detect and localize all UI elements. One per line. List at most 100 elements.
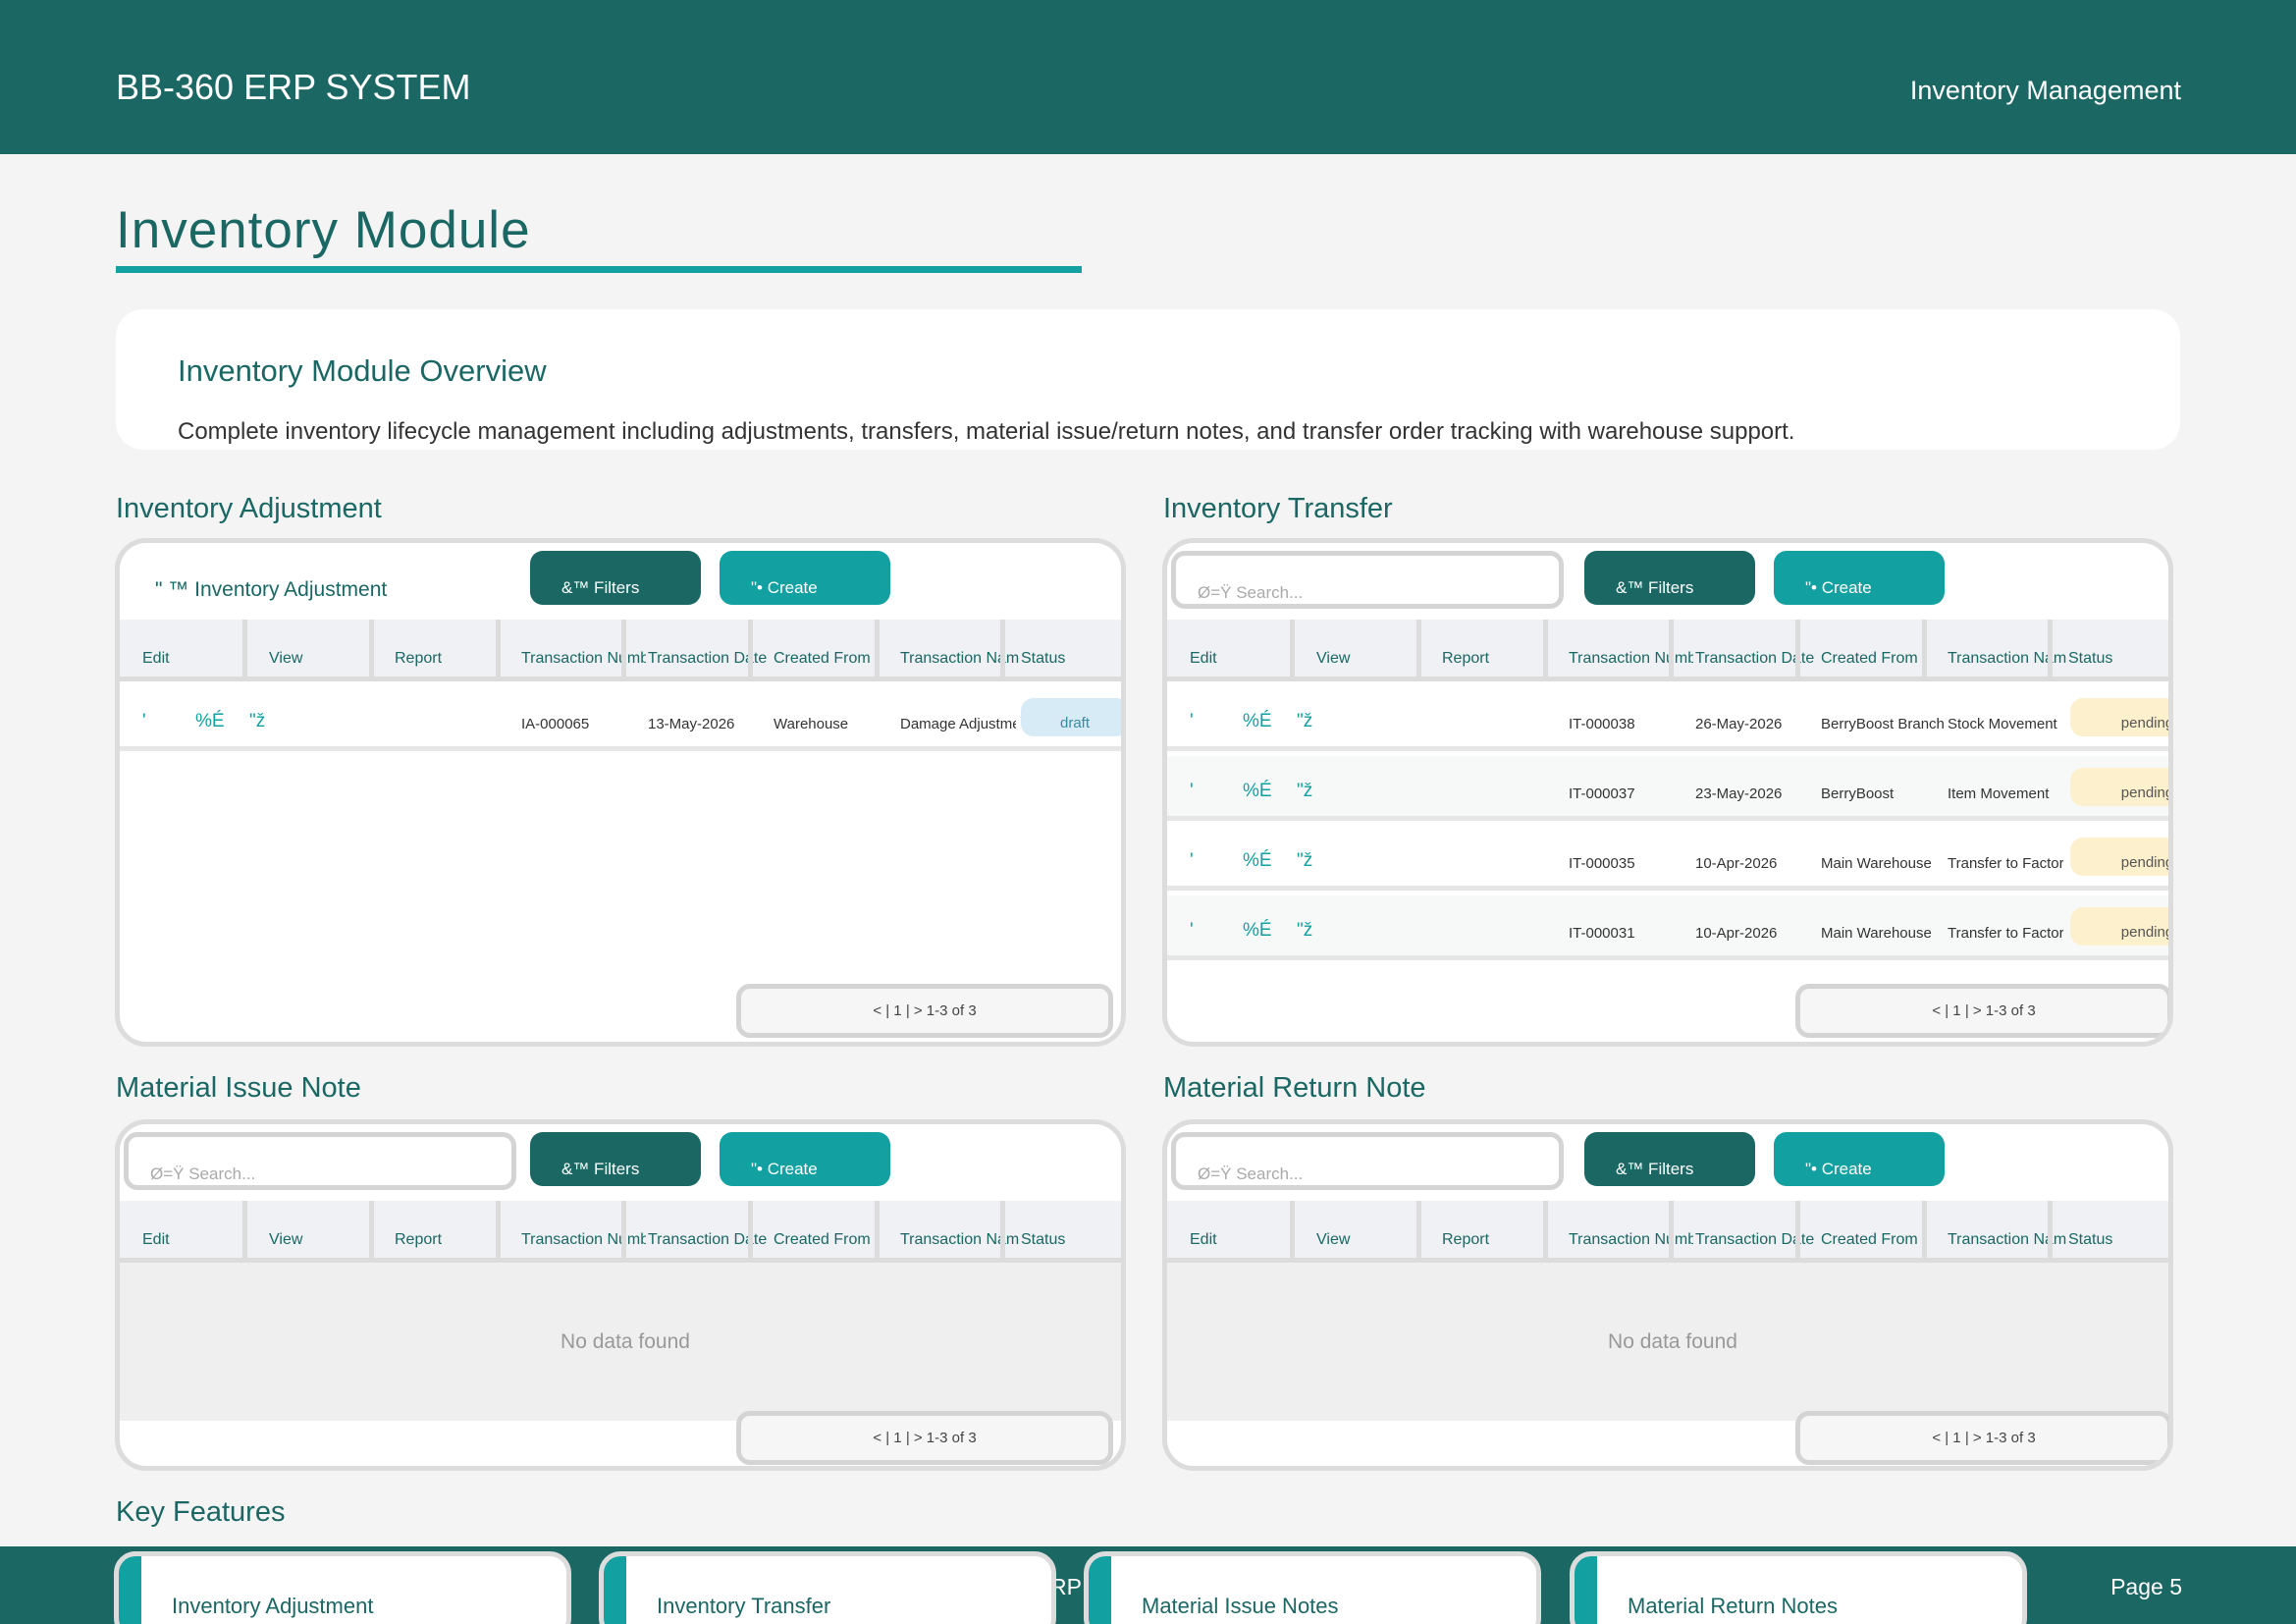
key-features-title: Key Features [116,1496,286,1528]
column-divider [369,620,374,681]
column-header[interactable]: View [1316,650,1440,668]
cell-from: BerryBoost [1821,785,1895,802]
column-header[interactable]: Transaction Number [1569,1231,1693,1249]
create-button[interactable]: "• Create [720,551,890,605]
view-icon[interactable]: %É [195,711,225,732]
column-header[interactable]: View [269,1231,393,1249]
table-row[interactable]: ' %É "ž IT-000038 26-May-2026 BerryBoost Bran… [1167,686,2168,751]
search-input[interactable]: Ø=Ÿ Search... [1171,551,1564,609]
edit-icon[interactable]: ' [1190,711,1194,732]
cell-number: IT-000035 [1569,855,1635,872]
table-row[interactable]: ' %É "ž IT-000035 10-Apr-2026 Main Warehouse T… [1167,826,2168,891]
report-icon[interactable]: "ž [1297,781,1312,802]
filters-button[interactable]: &™ Filters [1584,551,1755,605]
column-divider [748,1201,753,1263]
column-header[interactable]: Edit [1190,650,1314,668]
column-divider [1000,620,1005,681]
column-divider [1416,1201,1421,1263]
pagination[interactable]: < | 1 | > 1-3 of 3 [1795,1411,2168,1465]
cell-from: Main Warehouse [1821,855,1932,872]
cell-from: Warehouse [774,716,849,732]
card-accent [604,1556,626,1624]
column-header[interactable]: Transaction Date [1695,650,1819,668]
column-divider [496,1201,501,1263]
page-number: Page 5 [2110,1574,2182,1599]
status-badge: draft [1021,698,1121,736]
view-icon[interactable]: %É [1243,781,1272,802]
column-header[interactable]: Status [2068,650,2168,668]
search-input[interactable]: Ø=Ÿ Search... [124,1132,516,1190]
title-underline [116,266,1082,273]
create-button[interactable]: "• Create [720,1132,890,1186]
table-header: EditViewReportTransaction NumberTransact… [120,620,1121,681]
column-header[interactable]: Transaction Number [1569,650,1693,668]
report-icon[interactable]: "ž [1297,920,1312,942]
cell-from: BerryBoost Branch 02 [1821,716,1947,732]
section-title-return: Material Return Note [1163,1072,1426,1104]
column-divider [748,620,753,681]
page-title: Inventory Module [116,201,531,259]
inventory-adjustment-panel: " ™ Inventory Adjustment &™ Filters "• C… [115,538,1126,1047]
column-header[interactable]: Edit [142,650,267,668]
column-divider [1416,620,1421,681]
overview-title: Inventory Module Overview [178,353,547,388]
view-icon[interactable]: %É [1243,850,1272,872]
cell-date: 23-May-2026 [1695,785,1783,802]
create-button[interactable]: "• Create [1774,551,1945,605]
column-divider [1795,620,1800,681]
column-divider [242,1201,247,1263]
create-button[interactable]: "• Create [1774,1132,1945,1186]
view-icon[interactable]: %É [1243,711,1272,732]
column-header[interactable]: Transaction Date [1695,1231,1819,1249]
status-badge: pending [2070,907,2168,946]
column-header[interactable]: Status [1021,650,1121,668]
column-divider [1922,1201,1927,1263]
column-header[interactable]: Status [1021,1231,1121,1249]
column-header[interactable]: Edit [1190,1231,1314,1249]
column-divider [1922,620,1927,681]
edit-icon[interactable]: ' [142,711,146,732]
cell-from: Main Warehouse [1821,925,1932,942]
empty-state: No data found [1167,1263,2168,1421]
pagination[interactable]: < | 1 | > 1-3 of 3 [736,984,1113,1038]
cell-number: IT-000037 [1569,785,1635,802]
cell-date: 10-Apr-2026 [1695,855,1778,872]
feature-label: Material Return Notes [1628,1594,1838,1618]
pagination[interactable]: < | 1 | > 1-3 of 3 [736,1411,1113,1465]
cell-date: 13-May-2026 [648,716,735,732]
empty-state: No data found [120,1263,1121,1421]
filters-button[interactable]: &™ Filters [1584,1132,1755,1186]
search-input[interactable]: Ø=Ÿ Search... [1171,1132,1564,1190]
column-divider [1290,620,1295,681]
column-header[interactable]: Edit [142,1231,267,1249]
report-icon[interactable]: "ž [1297,711,1312,732]
edit-icon[interactable]: ' [1190,850,1194,872]
column-header[interactable]: Transaction Number [521,650,646,668]
column-header[interactable]: Transaction Date [648,650,772,668]
status-badge: pending [2070,698,2168,736]
table-row[interactable]: ' %É "ž IA-000065 13-May-2026 Warehouse Damage… [120,686,1121,751]
edit-icon[interactable]: ' [1190,781,1194,802]
view-icon[interactable]: %É [1243,920,1272,942]
column-header[interactable]: Transaction Date [648,1231,772,1249]
table-row[interactable]: ' %É "ž IT-000031 10-Apr-2026 Main Warehouse T… [1167,895,2168,960]
table-row[interactable]: ' %É "ž IT-000037 23-May-2026 BerryBoost Item … [1167,756,2168,821]
column-header[interactable]: Status [2068,1231,2168,1249]
edit-icon[interactable]: ' [1190,920,1194,942]
filters-button[interactable]: &™ Filters [530,551,701,605]
panel-title: " ™ Inventory Adjustment [155,578,388,601]
report-icon[interactable]: "ž [249,711,265,732]
report-icon[interactable]: "ž [1297,850,1312,872]
filters-button[interactable]: &™ Filters [530,1132,701,1186]
feature-card: Inventory Adjustment [114,1551,571,1624]
app-brand: BB-360 ERP SYSTEM [116,67,471,107]
column-header[interactable]: View [269,650,393,668]
section-title-issue: Material Issue Note [116,1072,361,1104]
column-header[interactable]: Transaction Number [521,1231,646,1249]
pagination[interactable]: < | 1 | > 1-3 of 3 [1795,984,2168,1038]
column-divider [1000,1201,1005,1263]
table-header: EditViewReportTransaction NumberTransact… [120,1201,1121,1263]
feature-card: Material Return Notes [1570,1551,2027,1624]
feature-card: Inventory Transfer [599,1551,1056,1624]
column-header[interactable]: View [1316,1231,1440,1249]
